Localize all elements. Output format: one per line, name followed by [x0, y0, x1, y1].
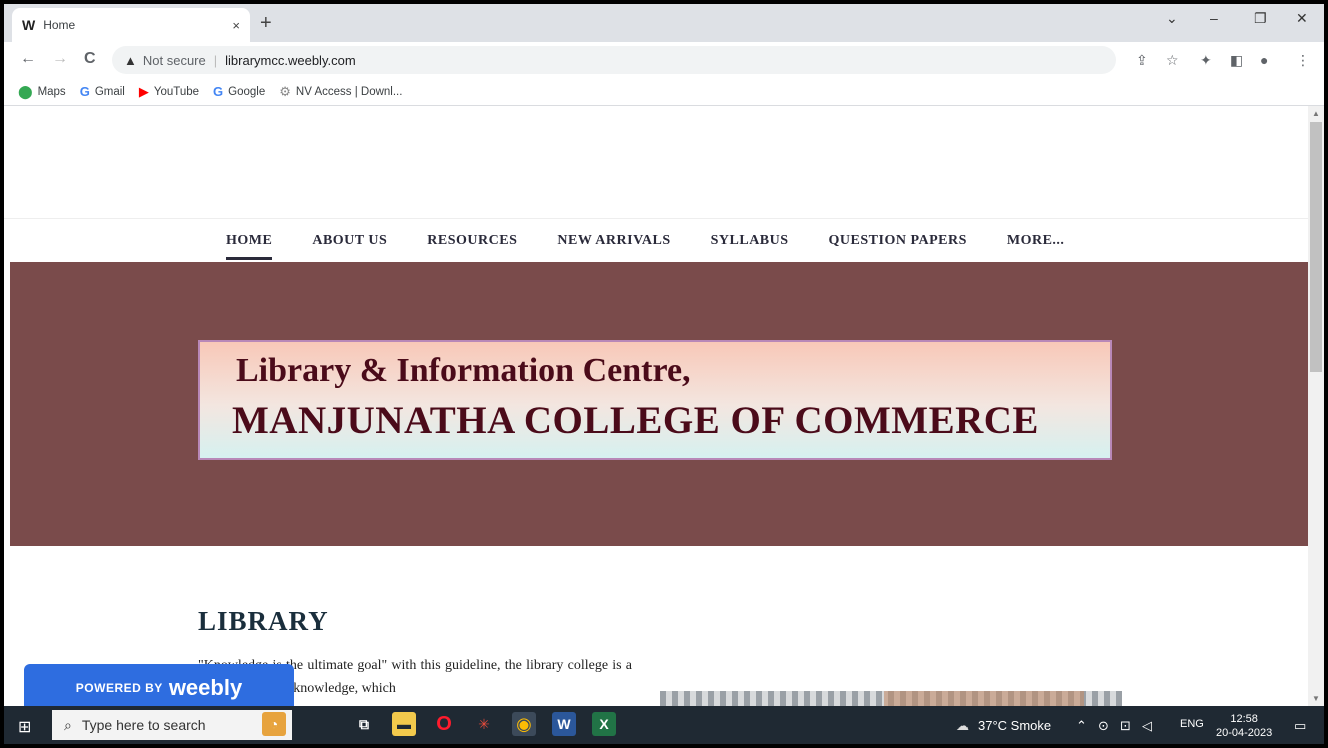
- address-bar[interactable]: ▲ Not secure | librarymcc.weebly.com: [112, 46, 1116, 74]
- star-icon[interactable]: ☆: [1166, 52, 1179, 69]
- windows-start-icon[interactable]: ⊞: [18, 717, 31, 737]
- bookmarks-bar: ⬤ Maps G Gmail ▶ YouTube G Google ⚙ NV A…: [4, 78, 1324, 106]
- volume-muted-icon[interactable]: ◁: [1142, 718, 1152, 734]
- language-indicator[interactable]: ENG: [1180, 718, 1204, 730]
- nav-question-papers[interactable]: QUESTION PAPERS: [829, 219, 967, 262]
- notifications-icon[interactable]: ▭: [1294, 718, 1306, 734]
- tab-search-icon[interactable]: ⌄: [1166, 10, 1178, 27]
- security-label: Not secure: [142, 52, 206, 68]
- library-photo-detail: [884, 691, 1084, 706]
- weebly-favicon-icon: W: [22, 17, 36, 33]
- site-nav: HOME ABOUT US RESOURCES NEW ARRIVALS SYL…: [4, 218, 1308, 262]
- bookmark-label: Google: [228, 85, 266, 98]
- restore-button[interactable]: ❐: [1254, 10, 1267, 27]
- weebly-logo: weebly: [168, 675, 243, 700]
- bookmark-nvaccess[interactable]: ⚙ NV Access | Downl...: [279, 84, 402, 100]
- menu-icon[interactable]: ⋮: [1296, 52, 1310, 69]
- banner-title-line1: Library & Information Centre,: [236, 352, 691, 389]
- profile-icon[interactable]: ●: [1260, 52, 1268, 68]
- new-tab-button[interactable]: +: [260, 12, 272, 35]
- nav-new-arrivals[interactable]: NEW ARRIVALS: [557, 219, 670, 262]
- network-icon[interactable]: ⊡: [1120, 718, 1131, 734]
- bookmark-label: Gmail: [94, 85, 125, 98]
- excel-icon[interactable]: X: [592, 712, 616, 736]
- address-divider: |: [213, 52, 218, 68]
- bookmark-youtube[interactable]: ▶ YouTube: [139, 84, 199, 100]
- word-icon[interactable]: W: [552, 712, 576, 736]
- forward-button[interactable]: →: [52, 50, 68, 68]
- scroll-down-icon[interactable]: ▼: [1312, 694, 1320, 703]
- opera-icon[interactable]: O: [432, 712, 456, 736]
- header-banner: Library & Information Centre, MANJUNATHA…: [10, 262, 1308, 546]
- tab-close-icon[interactable]: ×: [232, 18, 240, 33]
- nvaccess-icon: ⚙: [279, 83, 291, 99]
- minimize-button[interactable]: –: [1210, 10, 1218, 26]
- banner-title-box: Library & Information Centre, MANJUNATHA…: [198, 340, 1112, 460]
- maps-icon: ⬤: [18, 83, 33, 99]
- bookmark-label: NV Access | Downl...: [295, 85, 403, 98]
- google-icon: G: [79, 84, 90, 99]
- warning-icon: ▲: [124, 52, 137, 68]
- reload-button[interactable]: C: [84, 50, 96, 68]
- cortana-widget-icon[interactable]: ◔: [262, 712, 286, 736]
- extensions-icon[interactable]: ✦: [1200, 52, 1212, 69]
- bookmark-label: YouTube: [153, 85, 200, 98]
- tab-title: Home: [43, 18, 76, 32]
- chrome-icon[interactable]: ◉: [512, 712, 536, 736]
- taskbar-search[interactable]: ⌕ Type here to search: [52, 710, 292, 740]
- windows-taskbar: ⊞ ⌕ Type here to search ◔ ⧉ ▬ O ✳ ◉ W X …: [4, 706, 1324, 744]
- file-explorer-icon[interactable]: ▬: [392, 712, 416, 736]
- nav-about-us[interactable]: ABOUT US: [312, 219, 387, 262]
- clock-date: 20-04-2023: [1216, 727, 1273, 739]
- bookmark-google[interactable]: G Google: [213, 84, 265, 99]
- share-icon[interactable]: ⇪: [1136, 52, 1148, 69]
- clock-time: 12:58: [1230, 713, 1258, 725]
- bookmark-label: Maps: [37, 85, 66, 98]
- task-view-icon[interactable]: ⧉: [352, 712, 376, 736]
- tab-strip: W Home × + ⌄ – ❐ ✕: [4, 4, 1324, 42]
- meet-icon[interactable]: ⊙: [1098, 718, 1109, 734]
- weather-icon[interactable]: ☁: [956, 718, 969, 734]
- tray-chevron-icon[interactable]: ⌃: [1076, 718, 1087, 734]
- nav-more[interactable]: MORE...: [1007, 219, 1065, 262]
- banner-title-line2: MANJUNATHA COLLEGE OF COMMERCE: [232, 399, 1039, 442]
- scroll-up-icon[interactable]: ▲: [1312, 109, 1320, 118]
- browser-toolbar: ← → C ▲ Not secure | librarymcc.weebly.c…: [4, 42, 1324, 78]
- url-text: librarymcc.weebly.com: [225, 52, 356, 68]
- screen: W Home × + ⌄ – ❐ ✕ ← → C ▲ Not secure | …: [4, 4, 1324, 744]
- powered-by-label: POWERED BY: [75, 681, 163, 695]
- tab-home[interactable]: W Home ×: [12, 8, 250, 42]
- close-window-button[interactable]: ✕: [1296, 10, 1308, 27]
- weather-text[interactable]: 37°C Smoke: [978, 718, 1051, 733]
- sidepanel-icon[interactable]: ◧: [1230, 52, 1243, 69]
- page-scrollbar[interactable]: ▲ ▼: [1308, 106, 1324, 706]
- youtube-icon: ▶: [138, 83, 149, 99]
- search-icon: ⌕: [64, 716, 72, 733]
- google-icon: G: [213, 84, 224, 99]
- bookmark-gmail[interactable]: G Gmail: [80, 84, 125, 99]
- scrollbar-thumb[interactable]: [1310, 122, 1322, 372]
- powered-by-weebly-badge[interactable]: POWERED BY weebly: [24, 664, 294, 706]
- nav-home[interactable]: HOME: [226, 219, 273, 262]
- nav-resources[interactable]: RESOURCES: [427, 219, 517, 262]
- section-heading: LIBRARY: [198, 606, 329, 636]
- nav-syllabus[interactable]: SYLLABUS: [711, 219, 789, 262]
- bookmark-maps[interactable]: ⬤ Maps: [18, 84, 66, 100]
- web-viewport: HOME ABOUT US RESOURCES NEW ARRIVALS SYL…: [4, 106, 1324, 706]
- clock[interactable]: 12:58 20-04-2023: [1216, 712, 1272, 740]
- back-button[interactable]: ←: [20, 50, 36, 68]
- taskbar-search-placeholder: Type here to search: [81, 717, 206, 733]
- app-icon[interactable]: ✳: [472, 712, 496, 736]
